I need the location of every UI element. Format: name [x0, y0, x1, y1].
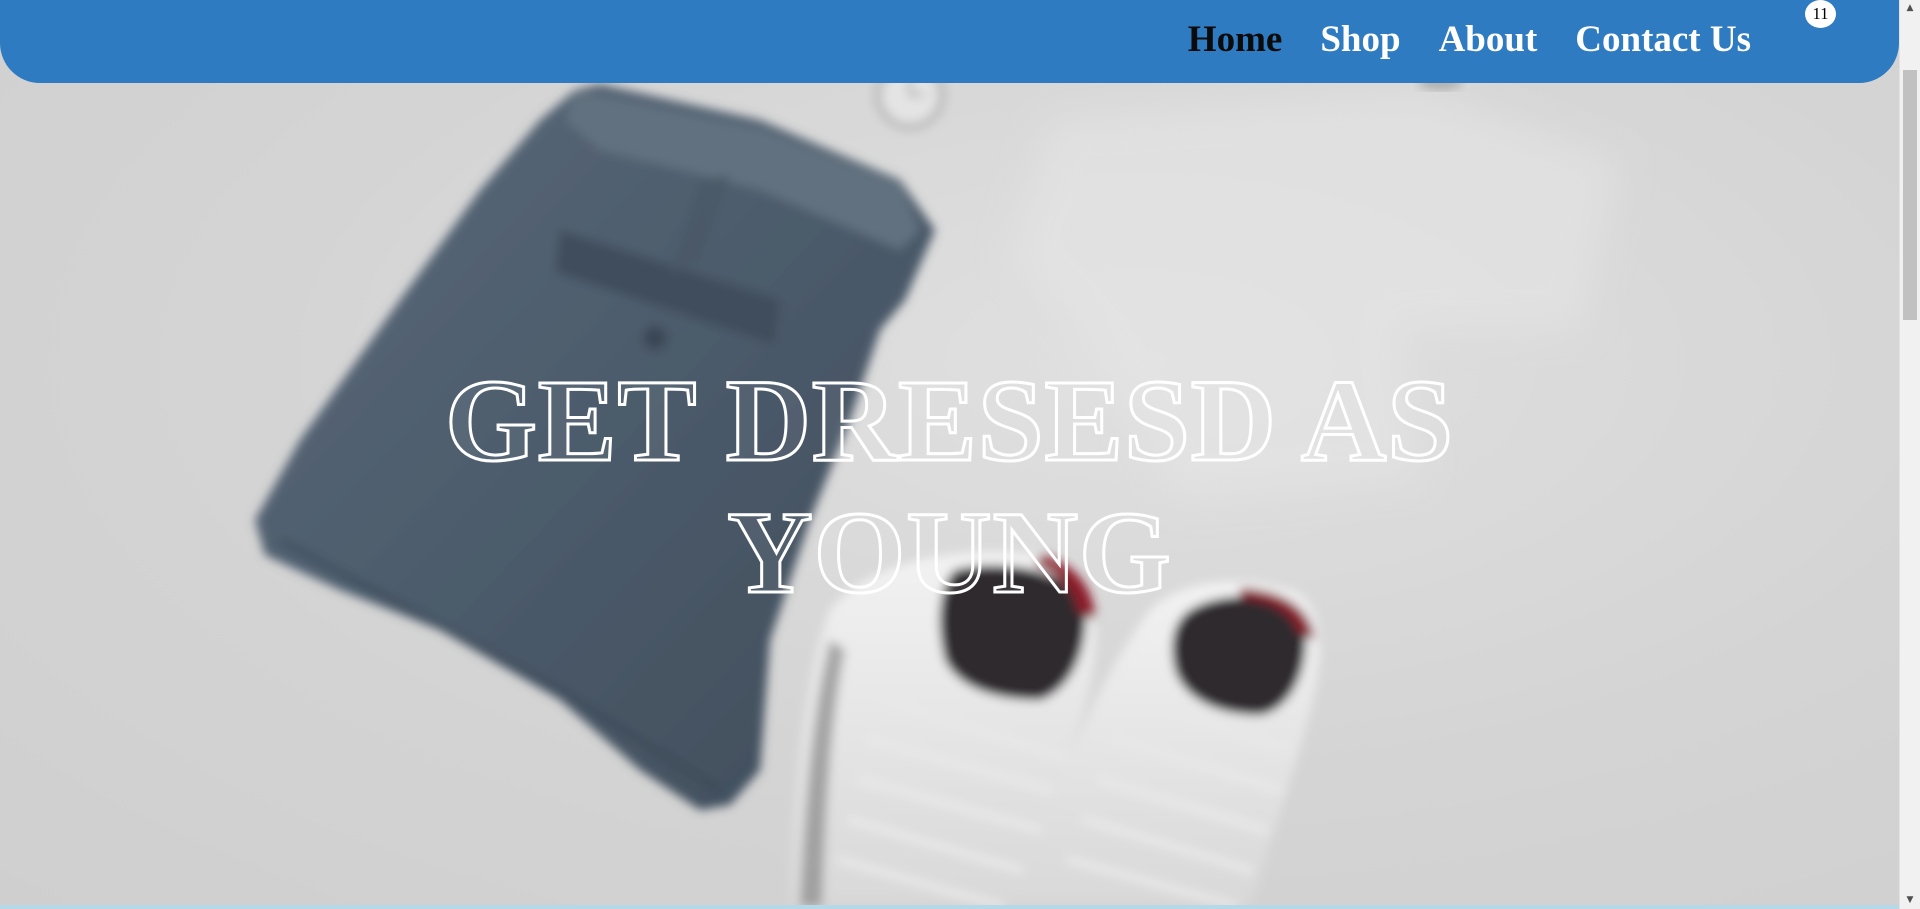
page: GET DRESESD AS YOUNG Home Shop About Con…: [0, 0, 1920, 909]
nav-link-shop[interactable]: Shop: [1320, 18, 1400, 61]
bottom-divider: [0, 905, 1899, 909]
navbar: Home Shop About Contact Us: [0, 0, 1899, 83]
hero-title-line-2: YOUNG: [726, 486, 1172, 620]
scroll-up-arrow-icon[interactable]: ▲: [1900, 0, 1920, 17]
hero-title-line-1: GET DRESESD AS: [444, 354, 1455, 488]
hero-title: GET DRESESD AS YOUNG: [0, 354, 1899, 620]
nav-link-home[interactable]: Home: [1188, 18, 1283, 61]
scroll-down-arrow-icon[interactable]: ▼: [1900, 892, 1920, 909]
hero-section: GET DRESESD AS YOUNG: [0, 0, 1899, 906]
cart-count-badge: 11: [1805, 0, 1836, 28]
scrollbar-thumb[interactable]: [1903, 70, 1917, 320]
vertical-scrollbar[interactable]: ▲ ▼: [1899, 0, 1920, 909]
nav-links: Home Shop About Contact Us: [1188, 0, 1751, 78]
nav-link-contact-us[interactable]: Contact Us: [1575, 18, 1751, 61]
nav-link-about[interactable]: About: [1439, 18, 1538, 61]
